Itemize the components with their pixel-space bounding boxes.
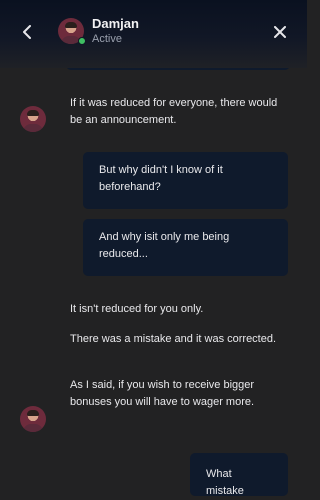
agent-message: It isn't reduced for you only. bbox=[70, 303, 204, 315]
chevron-left-icon bbox=[23, 25, 31, 39]
agent-message: If it was reduced for everyone, there wo… bbox=[70, 97, 278, 126]
active-status-dot bbox=[78, 37, 86, 45]
agent-message: There was a mistake and it was corrected… bbox=[70, 333, 277, 345]
agent-message-avatar bbox=[20, 106, 46, 132]
agent-name: Damjan bbox=[92, 16, 139, 31]
user-message: And why isit only me being reduced... bbox=[83, 219, 288, 276]
chat-header: Damjan Active bbox=[0, 0, 307, 68]
close-icon bbox=[274, 26, 286, 38]
agent-status: Active bbox=[92, 33, 122, 45]
close-button[interactable] bbox=[270, 22, 290, 42]
user-message: What mistake bbox=[190, 453, 288, 497]
back-button[interactable] bbox=[17, 22, 37, 42]
agent-message: As I said, if you wish to receive bigger… bbox=[70, 379, 255, 408]
agent-message-avatar bbox=[20, 406, 46, 432]
user-message: But why didn't I know of it beforehand? bbox=[83, 152, 288, 209]
